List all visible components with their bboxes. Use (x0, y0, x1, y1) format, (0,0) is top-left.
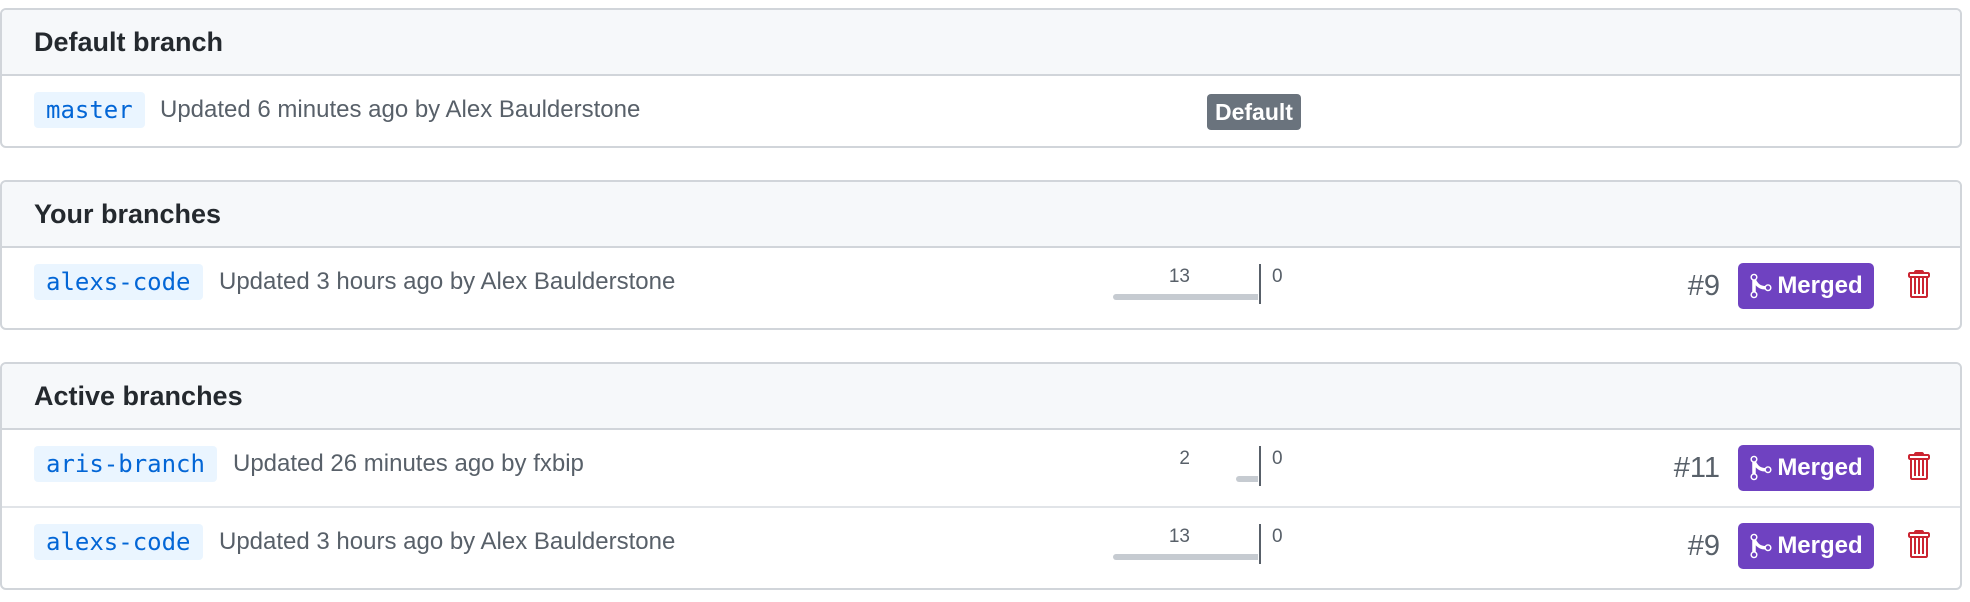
behind-count: 13 (1168, 526, 1190, 547)
section-title: Active branches (34, 380, 243, 411)
default-branch-box: Default branch master Updated 6 minutes … (0, 8, 1962, 148)
branch-row: alexs-code Updated 3 hours ago by Alex B… (2, 506, 1960, 582)
default-badge: Default (1207, 94, 1301, 130)
branch-name-link[interactable]: alexs-code (34, 524, 203, 560)
pull-request-number[interactable]: #9 (1688, 524, 1720, 568)
pull-request-number[interactable]: #11 (1674, 446, 1720, 490)
trash-icon[interactable] (1905, 528, 1931, 560)
merged-status-button[interactable]: Merged (1738, 263, 1874, 309)
your-branches-box: Your branches alexs-code Updated 3 hours… (0, 180, 1962, 330)
merged-label: Merged (1777, 272, 1863, 299)
merged-label: Merged (1777, 454, 1863, 481)
behind-count: 13 (1168, 266, 1190, 287)
ahead-behind-counter[interactable]: 2 0 (1102, 446, 1283, 490)
trash-icon[interactable] (1905, 450, 1931, 482)
section-title: Your branches (34, 198, 222, 229)
updated-text: Updated 26 minutes ago by fxbip (233, 450, 584, 477)
behind-bar (1236, 476, 1258, 482)
git-merge-icon (1750, 533, 1772, 559)
ahead-count: 0 (1272, 266, 1283, 287)
ahead-count: 0 (1272, 448, 1283, 469)
branch-name-link[interactable]: aris-branch (34, 446, 217, 482)
branch-name-link[interactable]: master (34, 92, 145, 128)
updated-text: Updated 6 minutes ago by Alex Bauldersto… (160, 96, 641, 123)
ahead-behind-counter[interactable]: 13 0 (1102, 264, 1283, 308)
ahead-behind-counter[interactable]: 13 0 (1102, 524, 1283, 568)
default-branch-header: Default branch (2, 10, 1960, 76)
active-branches-header: Active branches (2, 364, 1960, 430)
branch-row: aris-branch Updated 26 minutes ago by fx… (2, 430, 1960, 506)
merged-status-button[interactable]: Merged (1738, 523, 1874, 569)
active-branches-box: Active branches aris-branch Updated 26 m… (0, 362, 1962, 590)
ahead-behind-divider (1259, 524, 1261, 564)
ahead-count: 0 (1272, 526, 1283, 547)
updated-text: Updated 3 hours ago by Alex Baulderstone (219, 528, 676, 555)
merged-status-button[interactable]: Merged (1738, 445, 1874, 491)
git-merge-icon (1750, 455, 1772, 481)
trash-icon[interactable] (1905, 268, 1931, 300)
branch-row: alexs-code Updated 3 hours ago by Alex B… (2, 248, 1960, 324)
behind-bar (1113, 294, 1258, 300)
branch-row: master Updated 6 minutes ago by Alex Bau… (2, 76, 1960, 146)
ahead-behind-divider (1259, 446, 1261, 486)
behind-bar (1113, 554, 1258, 560)
updated-text: Updated 3 hours ago by Alex Baulderstone (219, 268, 676, 295)
section-title: Default branch (34, 26, 224, 57)
merged-label: Merged (1777, 532, 1863, 559)
your-branches-header: Your branches (2, 182, 1960, 248)
ahead-behind-divider (1259, 264, 1261, 304)
branch-name-link[interactable]: alexs-code (34, 264, 203, 300)
git-merge-icon (1750, 273, 1772, 299)
behind-count: 2 (1179, 448, 1190, 469)
pull-request-number[interactable]: #9 (1688, 264, 1720, 308)
